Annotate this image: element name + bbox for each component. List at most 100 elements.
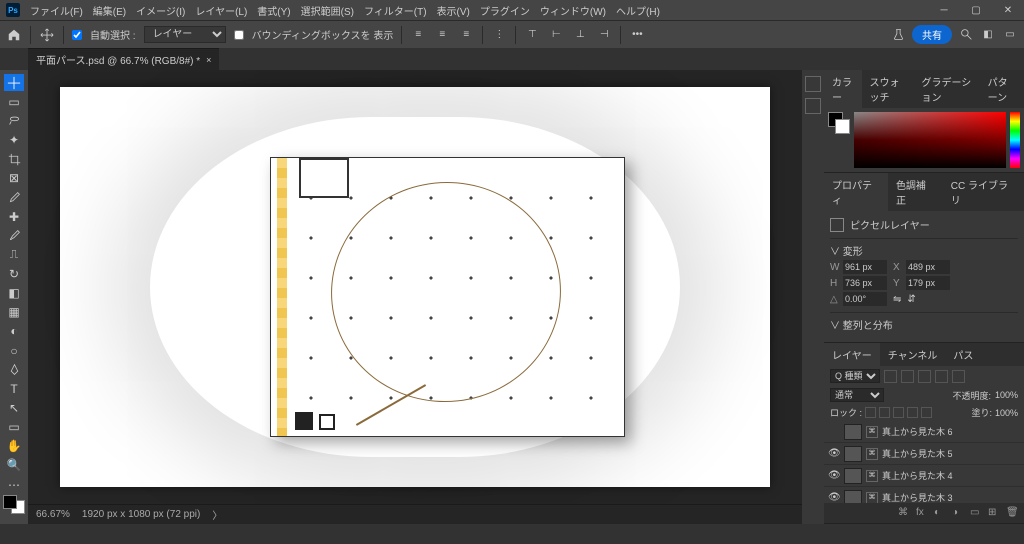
- history-brush-tool[interactable]: ↻: [4, 265, 24, 282]
- align-middle-icon[interactable]: ⊢: [548, 27, 564, 43]
- tab-swatches[interactable]: スウォッチ: [862, 70, 914, 108]
- stamp-tool[interactable]: ⎍: [4, 246, 24, 263]
- show-bbox-checkbox[interactable]: [234, 30, 244, 40]
- move-tool[interactable]: [4, 74, 24, 91]
- tab-properties[interactable]: プロパティ: [824, 173, 888, 211]
- tab-adjustments[interactable]: 色調補正: [888, 173, 943, 211]
- brush-tool[interactable]: [4, 227, 24, 244]
- search-icon[interactable]: [958, 27, 974, 43]
- tab-channels[interactable]: チャンネル: [880, 343, 946, 366]
- tab-close-icon[interactable]: ×: [206, 55, 211, 65]
- tab-libraries[interactable]: CC ライブラリ: [943, 173, 1024, 211]
- align-top-icon[interactable]: ⊤: [524, 27, 540, 43]
- lock-nest-icon[interactable]: [907, 407, 918, 418]
- menu-item[interactable]: レイヤー(L): [195, 3, 247, 18]
- layer-row[interactable]: 👁 ⌘ 真上から見た木 3: [824, 487, 1024, 503]
- distribute-icon[interactable]: ⋮: [491, 27, 507, 43]
- flip-h-icon[interactable]: ⇋: [893, 294, 901, 305]
- frame-tool[interactable]: ⊠: [4, 170, 24, 187]
- transform-section[interactable]: ∨ 変形: [830, 243, 1018, 258]
- lock-all-icon[interactable]: [921, 407, 932, 418]
- crop-tool[interactable]: [4, 151, 24, 168]
- canvas[interactable]: [28, 70, 802, 504]
- mask-icon[interactable]: ◐: [934, 507, 946, 519]
- menu-item[interactable]: 書式(Y): [257, 3, 290, 18]
- close-button[interactable]: ✕: [992, 0, 1024, 20]
- menu-item[interactable]: フィルター(T): [364, 3, 427, 18]
- blend-mode[interactable]: 通常: [830, 388, 884, 402]
- align-bottom-icon[interactable]: ⊥: [572, 27, 588, 43]
- visibility-icon[interactable]: 👁: [828, 470, 840, 481]
- tab-pattern[interactable]: パターン: [980, 70, 1024, 108]
- auto-select-checkbox[interactable]: [72, 30, 82, 40]
- panel-icon[interactable]: ▭: [1002, 27, 1018, 43]
- path-tool[interactable]: ↖: [4, 399, 24, 416]
- filter-smart-icon[interactable]: [952, 370, 965, 383]
- tab-gradient[interactable]: グラデーション: [913, 70, 979, 108]
- angle-field[interactable]: [843, 292, 887, 306]
- auto-select-target[interactable]: レイヤー: [144, 26, 226, 43]
- tab-paths[interactable]: パス: [945, 343, 981, 366]
- lock-pos-icon[interactable]: [893, 407, 904, 418]
- layer-row[interactable]: ⌘ 真上から見た木 6: [824, 421, 1024, 443]
- filter-shape-icon[interactable]: [935, 370, 948, 383]
- adjust-icon[interactable]: ◑: [952, 507, 964, 519]
- blur-tool[interactable]: ◐: [4, 323, 24, 340]
- align-icon[interactable]: ⊣: [596, 27, 612, 43]
- menu-item[interactable]: プラグイン: [480, 3, 530, 18]
- filter-type-icon[interactable]: [918, 370, 931, 383]
- eyedropper-tool[interactable]: [4, 189, 24, 206]
- zoom-level[interactable]: 66.67%: [36, 509, 70, 520]
- hand-tool[interactable]: ✋: [4, 438, 24, 455]
- minimize-button[interactable]: ─: [928, 0, 960, 20]
- shape-tool[interactable]: ▭: [4, 419, 24, 436]
- layer-row[interactable]: 👁 ⌘ 真上から見た木 5: [824, 443, 1024, 465]
- layer-row[interactable]: 👁 ⌘ 真上から見た木 4: [824, 465, 1024, 487]
- align-right-icon[interactable]: ≡: [458, 27, 474, 43]
- pen-tool[interactable]: [4, 361, 24, 378]
- visibility-icon[interactable]: 👁: [828, 492, 840, 503]
- menu-item[interactable]: ファイル(F): [30, 3, 83, 18]
- home-icon[interactable]: [6, 27, 22, 43]
- document-tab[interactable]: 平面パース.psd @ 66.7% (RGB/8#) * ×: [28, 48, 219, 70]
- lasso-tool[interactable]: [4, 112, 24, 129]
- move-tool-icon[interactable]: [39, 27, 55, 43]
- align-left-icon[interactable]: ≡: [410, 27, 426, 43]
- zoom-tool[interactable]: 🔍: [4, 457, 24, 474]
- y-field[interactable]: [906, 276, 950, 290]
- maximize-button[interactable]: ▢: [960, 0, 992, 20]
- trash-icon[interactable]: 🗑: [1006, 507, 1018, 519]
- menu-item[interactable]: 選択範囲(S): [301, 3, 354, 18]
- menu-item[interactable]: 編集(E): [93, 3, 126, 18]
- opacity-value[interactable]: 100%: [995, 390, 1018, 400]
- color-swatches[interactable]: [3, 495, 25, 514]
- link-icon[interactable]: ⌘: [898, 507, 910, 519]
- color-fg-bg[interactable]: [828, 112, 850, 134]
- flip-v-icon[interactable]: ⇵: [907, 294, 915, 305]
- menu-item[interactable]: 表示(V): [437, 3, 470, 18]
- menu-item[interactable]: ウィンドウ(W): [540, 3, 606, 18]
- gradient-tool[interactable]: ▦: [4, 304, 24, 321]
- tab-layers[interactable]: レイヤー: [824, 343, 880, 366]
- wand-tool[interactable]: ✦: [4, 131, 24, 148]
- share-button[interactable]: 共有: [912, 25, 952, 44]
- fx-icon[interactable]: fx: [916, 507, 928, 519]
- menu-item[interactable]: ヘルプ(H): [616, 3, 660, 18]
- marquee-tool[interactable]: ▭: [4, 93, 24, 110]
- align-section[interactable]: ∨ 整列と分布: [830, 312, 1018, 336]
- more-icon[interactable]: •••: [629, 27, 645, 43]
- filter-pixel-icon[interactable]: [884, 370, 897, 383]
- filter-adjust-icon[interactable]: [901, 370, 914, 383]
- align-center-icon[interactable]: ≡: [434, 27, 450, 43]
- edit-toolbar[interactable]: ⋯: [4, 476, 24, 493]
- fill-value[interactable]: 100%: [995, 408, 1018, 418]
- color-picker[interactable]: [854, 112, 1006, 168]
- new-layer-icon[interactable]: ⊞: [988, 507, 1000, 519]
- status-chevron-icon[interactable]: 〉: [212, 507, 222, 522]
- heal-tool[interactable]: ✚: [4, 208, 24, 225]
- lock-pixel-icon[interactable]: [879, 407, 890, 418]
- group-icon[interactable]: ▭: [970, 507, 982, 519]
- lock-trans-icon[interactable]: [865, 407, 876, 418]
- workspace-icon[interactable]: ◧: [980, 27, 996, 43]
- x-field[interactable]: [906, 260, 950, 274]
